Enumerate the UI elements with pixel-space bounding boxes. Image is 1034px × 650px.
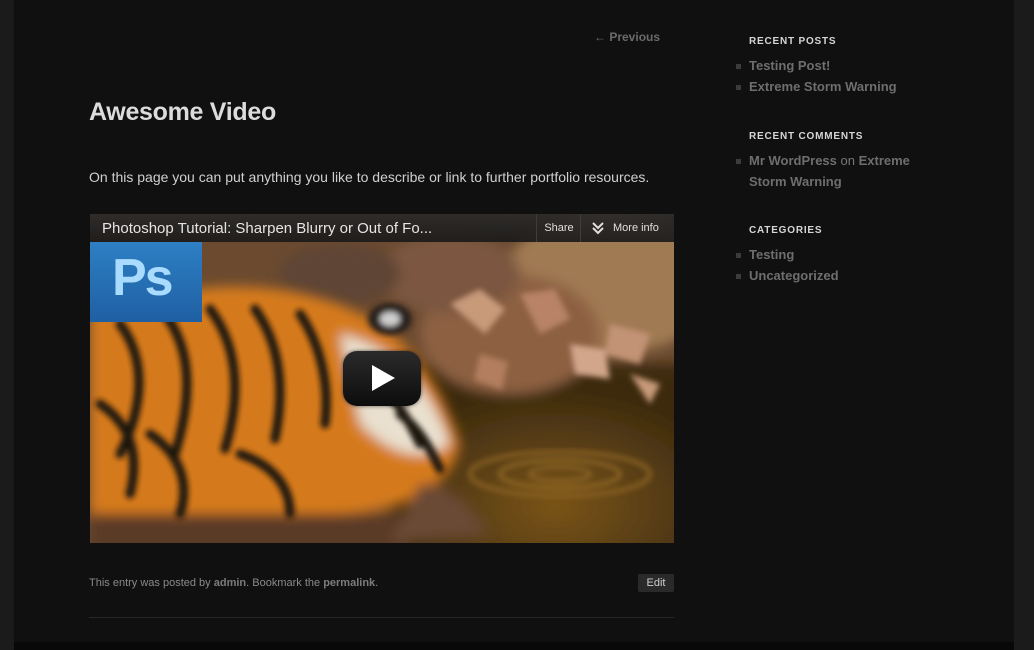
list-item: Extreme Storm Warning bbox=[736, 76, 936, 97]
entry-meta: This entry was posted by admin. Bookmark… bbox=[89, 577, 378, 589]
list-item: Testing Post! bbox=[736, 55, 936, 76]
more-info-label: More info bbox=[613, 222, 659, 234]
list-item: Uncategorized bbox=[736, 265, 936, 286]
footer-bar bbox=[14, 642, 1014, 650]
list-item: Mr WordPress on Extreme Storm Warning bbox=[736, 150, 936, 192]
categories-list: Testing Uncategorized bbox=[736, 244, 936, 286]
divider bbox=[89, 617, 674, 618]
meta-middle: . Bookmark the bbox=[246, 577, 324, 589]
embedded-video-player[interactable]: Ps Photoshop Tutorial: Sharpen Blurry or… bbox=[90, 214, 674, 543]
video-title-bar: Photoshop Tutorial: Sharpen Blurry or Ou… bbox=[90, 214, 674, 242]
comment-author-link[interactable]: Mr WordPress bbox=[749, 153, 837, 168]
recent-comments-list: Mr WordPress on Extreme Storm Warning bbox=[736, 150, 936, 192]
recent-posts-list: Testing Post! Extreme Storm Warning bbox=[736, 55, 936, 97]
more-info-button[interactable]: More info bbox=[580, 214, 674, 242]
permalink-link[interactable]: permalink bbox=[323, 577, 375, 589]
category-link[interactable]: Uncategorized bbox=[749, 268, 839, 283]
meta-suffix: . bbox=[375, 577, 379, 589]
photoshop-logo: Ps bbox=[90, 242, 202, 322]
share-button[interactable]: Share bbox=[536, 214, 581, 242]
edit-button[interactable]: Edit bbox=[638, 574, 674, 592]
recent-posts-heading: RECENT POSTS bbox=[749, 36, 837, 47]
meta-prefix: This entry was posted by bbox=[89, 577, 214, 589]
chevron-down-icon bbox=[592, 214, 604, 253]
recent-post-link[interactable]: Extreme Storm Warning bbox=[749, 79, 897, 94]
video-title[interactable]: Photoshop Tutorial: Sharpen Blurry or Ou… bbox=[102, 220, 432, 237]
comment-connector: on bbox=[836, 153, 859, 168]
page-content: ← Previous Awesome Video On this page yo… bbox=[14, 0, 1014, 642]
page-title: Awesome Video bbox=[89, 98, 276, 126]
play-button[interactable] bbox=[343, 351, 421, 406]
list-item: Testing bbox=[736, 244, 936, 265]
entry-content: On this page you can put anything you li… bbox=[89, 169, 650, 185]
category-link[interactable]: Testing bbox=[749, 247, 794, 262]
author-link[interactable]: admin bbox=[214, 577, 246, 589]
previous-link[interactable]: ← Previous bbox=[594, 30, 660, 44]
recent-comments-heading: RECENT COMMENTS bbox=[749, 131, 864, 142]
recent-post-link[interactable]: Testing Post! bbox=[749, 58, 830, 73]
photoshop-logo-text: Ps bbox=[112, 249, 174, 307]
play-icon bbox=[372, 365, 395, 391]
categories-heading: CATEGORIES bbox=[749, 225, 823, 236]
